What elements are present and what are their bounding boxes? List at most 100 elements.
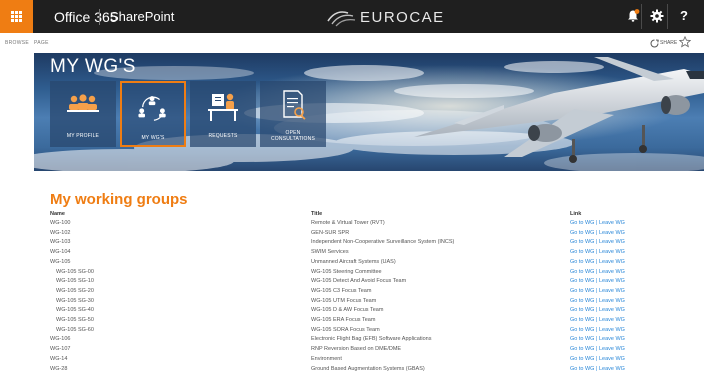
app-name[interactable]: Office 365 <box>54 9 118 25</box>
site-name[interactable]: SharePoint <box>110 9 174 24</box>
wg-link-cell: Go to WG | Leave WG <box>570 335 625 343</box>
wg-name-cell: WG-105 SG-00 <box>56 268 94 275</box>
wg-name-cell: WG-105 SG-10 <box>56 278 94 285</box>
tile-label: MY WG'S <box>141 135 165 141</box>
table-row: WG-105 SG-50 WG-105 ERA Focus Team Go to W… <box>0 316 704 324</box>
wg-name-cell: WG-105 SG-30 <box>56 297 94 304</box>
wg-name-cell: WG-14 <box>50 355 68 362</box>
table-row: WG-100 Remote & Virtual Tower (RVT) Go to … <box>0 219 704 227</box>
go-to-wg-link[interactable]: Go to WG <box>570 298 594 304</box>
go-to-wg-link[interactable]: Go to WG <box>570 239 594 245</box>
go-to-wg-link[interactable]: Go to WG <box>570 230 594 236</box>
logo-text: EUROCAE <box>360 9 445 26</box>
tile-my-profile[interactable]: MY PROFILE <box>50 81 116 147</box>
table-row: WG-103 Independent Non-Cooperative Survei… <box>0 238 704 246</box>
ribbon-tab-browse[interactable]: BROWSE <box>5 40 29 46</box>
eurocae-emblem-icon <box>327 11 356 27</box>
network-icon <box>138 96 166 121</box>
go-to-wg-link[interactable]: Go to WG <box>570 346 594 352</box>
go-to-wg-link[interactable]: Go to WG <box>570 288 594 294</box>
leave-wg-link[interactable]: Leave WG <box>599 269 625 275</box>
leave-wg-link[interactable]: Leave WG <box>599 230 625 236</box>
wg-link-cell: Go to WG | Leave WG <box>570 277 625 285</box>
leave-wg-link[interactable]: Leave WG <box>599 336 625 342</box>
go-to-wg-link[interactable]: Go to WG <box>570 327 594 333</box>
go-to-wg-link[interactable]: Go to WG <box>570 336 594 342</box>
leave-wg-link[interactable]: Leave WG <box>599 259 625 265</box>
help-icon: ? <box>680 8 688 23</box>
go-to-wg-link[interactable]: Go to WG <box>570 366 594 372</box>
share-label: SHARE <box>660 40 678 46</box>
wg-title-cell: Remote & Virtual Tower (RVT) <box>311 220 385 226</box>
tile-open-consultations[interactable]: OPEN CONSULTATIONS <box>260 81 326 147</box>
wg-title-cell: Independent Non-Cooperative Surveillance… <box>311 239 455 246</box>
wg-link-cell: Go to WG | Leave WG <box>570 229 625 237</box>
go-to-wg-link[interactable]: Go to WG <box>570 259 594 265</box>
share-icon <box>650 39 659 48</box>
follow-button[interactable] <box>678 35 692 49</box>
table-row: WG-105 SG-60 WG-105 SORA Focus Team Go to … <box>0 326 704 334</box>
go-to-wg-link[interactable]: Go to WG <box>570 249 594 255</box>
wg-title-cell: SWIM Services <box>311 249 349 256</box>
wg-name-cell: WG-103 <box>50 239 71 246</box>
tile-label: MY PROFILE <box>66 133 100 139</box>
go-to-wg-link[interactable]: Go to WG <box>570 307 594 313</box>
go-to-wg-link[interactable]: Go to WG <box>570 317 594 323</box>
suite-bar-divider <box>99 9 100 25</box>
leave-wg-link[interactable]: Leave WG <box>599 366 625 372</box>
help-button[interactable]: ? <box>670 0 700 33</box>
go-to-wg-link[interactable]: Go to WG <box>570 269 594 275</box>
toolbar-divider <box>667 4 668 29</box>
go-to-wg-link[interactable]: Go to WG <box>570 356 594 362</box>
leave-wg-link[interactable]: Leave WG <box>599 288 625 294</box>
wg-title-cell: WG-105 Detect And Avoid Focus Team <box>311 278 407 285</box>
leave-wg-link[interactable]: Leave WG <box>599 278 625 284</box>
leave-wg-link[interactable]: Leave WG <box>599 346 625 352</box>
tile-requests[interactable]: REQUESTS <box>190 81 256 147</box>
column-header-name: Name <box>50 211 65 217</box>
leave-wg-link[interactable]: Leave WG <box>599 307 625 313</box>
wg-name-cell: WG-28 <box>50 365 68 372</box>
wg-name-cell: WG-105 SG-40 <box>56 307 94 314</box>
leave-wg-link[interactable]: Leave WG <box>599 239 625 245</box>
leave-wg-link[interactable]: Leave WG <box>599 220 625 226</box>
go-to-wg-link[interactable]: Go to WG <box>570 220 594 226</box>
tile-my-wgs[interactable]: MY WG'S <box>120 81 186 147</box>
table-row: WG-28 Ground Based Augmentation Systems (… <box>0 365 704 373</box>
table-row: WG-105 SG-00 WG-105 Steering Committee Go … <box>0 268 704 276</box>
wg-title-cell: Electronic Flight Bag (EFB) Software App… <box>311 336 432 343</box>
leave-wg-link[interactable]: Leave WG <box>599 317 625 323</box>
table-row: WG-105 SG-40 WG-105 D & AW Focus Team Go t… <box>0 306 704 314</box>
leave-wg-link[interactable]: Leave WG <box>599 356 625 362</box>
wg-link-cell: Go to WG | Leave WG <box>570 306 625 314</box>
wg-link-cell: Go to WG | Leave WG <box>570 219 625 227</box>
wg-title-cell: Unmanned Aircraft Systems (UAS) <box>311 258 396 265</box>
wg-link-cell: Go to WG | Leave WG <box>570 258 625 266</box>
leave-wg-link[interactable]: Leave WG <box>599 298 625 304</box>
leave-wg-link[interactable]: Leave WG <box>599 249 625 255</box>
wg-link-cell: Go to WG | Leave WG <box>570 297 625 305</box>
wg-name-cell: WG-107 <box>50 346 71 353</box>
go-to-wg-link[interactable]: Go to WG <box>570 278 594 284</box>
table-row: WG-105 SG-10 WG-105 Detect And Avoid Focu… <box>0 277 704 285</box>
table-row: WG-105 SG-30 WG-105 UTM Focus Team Go to W… <box>0 297 704 305</box>
wg-title-cell: WG-105 ERA Focus Team <box>311 317 376 323</box>
app-launcher-waffle-icon[interactable] <box>0 0 33 33</box>
wg-name-cell: WG-100 <box>50 220 71 226</box>
column-header-link: Link <box>570 211 582 217</box>
tile-label: REQUESTS <box>208 133 238 139</box>
wg-title-cell: WG-105 C3 Focus Team <box>311 287 372 294</box>
wg-name-cell: WG-106 <box>50 336 71 343</box>
wg-title-cell: WG-105 UTM Focus Team <box>311 297 377 304</box>
leave-wg-link[interactable]: Leave WG <box>599 327 625 333</box>
section-heading: My working groups <box>50 191 188 208</box>
wg-link-cell: Go to WG | Leave WG <box>570 248 625 256</box>
table-row: WG-102 GEN-SUR SPR Go to WG | Leave WG <box>0 229 704 237</box>
star-icon <box>679 36 691 48</box>
wg-name-cell: WG-105 <box>50 258 71 265</box>
table-row: WG-105 Unmanned Aircraft Systems (UAS) Go … <box>0 258 704 266</box>
gear-icon <box>650 9 664 23</box>
ribbon-tab-page[interactable]: PAGE <box>34 40 49 46</box>
wg-title-cell: RNP Reversion Based on DME/DME <box>311 346 402 353</box>
eurocae-logo: EUROCAE <box>326 7 456 27</box>
